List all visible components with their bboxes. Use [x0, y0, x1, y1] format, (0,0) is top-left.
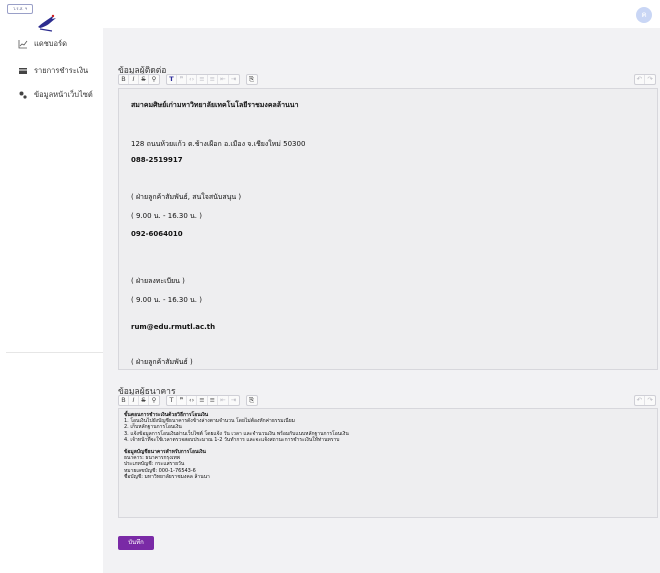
code-icon[interactable]: ‹› — [187, 74, 198, 84]
editor-line: ชื่อบัญชี: มหาวิทยาลัยราชมงคล ล้านนา — [124, 473, 210, 480]
redo-icon[interactable]: ↷ — [645, 75, 655, 84]
numbered-list-icon[interactable]: ≡ — [208, 395, 219, 405]
indent-icon[interactable]: ⇥ — [229, 396, 239, 405]
bold-button[interactable]: B — [119, 74, 129, 84]
sidebar-item-website-info[interactable]: ข้อมูลหน้าเว็บไซต์ — [18, 89, 93, 101]
italic-button[interactable]: I — [129, 74, 139, 84]
logo-badge: ว.ร.ส. ฯ — [7, 4, 33, 14]
link-icon[interactable]: ⚲ — [149, 75, 159, 84]
attach-icon[interactable]: ⎘ — [247, 75, 257, 84]
settings-icon — [18, 90, 28, 100]
main-content: ค ข้อมูลผู้ติดต่อ B I S ⚲ T ❞ ‹› ≡ ≡ ⇤ ⇥… — [103, 0, 660, 573]
top-bar: ค — [103, 0, 660, 28]
strikethrough-button[interactable]: S — [139, 74, 149, 84]
bullet-list-icon[interactable]: ≡ — [197, 74, 208, 84]
indent-icon[interactable]: ⇥ — [229, 75, 239, 84]
heading-button[interactable]: T — [167, 74, 177, 84]
numbered-list-icon[interactable]: ≡ — [208, 74, 219, 84]
save-button[interactable]: บันทึก — [118, 536, 154, 550]
editor-line: ( ฝ่ายลูกค้าสัมพันธ์, สนใจสนับสนุน ) — [131, 193, 242, 201]
editor-line: ( ฝ่ายลงทะเบียน ) — [131, 277, 185, 285]
editor-line: 088-2519917 — [131, 156, 183, 164]
strikethrough-button[interactable]: S — [139, 395, 149, 405]
outdent-icon[interactable]: ⇤ — [218, 74, 229, 84]
heading-button[interactable]: T — [167, 395, 177, 405]
outdent-icon[interactable]: ⇤ — [218, 395, 229, 405]
link-icon[interactable]: ⚲ — [149, 396, 159, 405]
redo-icon[interactable]: ↷ — [645, 396, 655, 405]
italic-button[interactable]: I — [129, 395, 139, 405]
card-icon — [18, 66, 28, 76]
quote-icon[interactable]: ❞ — [177, 74, 187, 84]
contact-editor-toolbar: B I S ⚲ T ❞ ‹› ≡ ≡ ⇤ ⇥ ⎘ ↶ ↷ — [118, 73, 658, 85]
undo-icon[interactable]: ↶ — [635, 74, 645, 84]
editor-line: ( 9.00 น. - 16.30 น. ) — [131, 212, 202, 220]
editor-line: ( 9.00 น. - 16.30 น. ) — [131, 296, 202, 304]
bank-editor-toolbar: B I S ⚲ T ❞ ‹› ≡ ≡ ⇤ ⇥ ⎘ ↶ ↷ — [118, 394, 658, 406]
sidebar: ว.ร.ส. ฯ แดชบอร์ด รายการชำระเงิน ข้อมูลห… — [0, 0, 103, 573]
bold-button[interactable]: B — [119, 395, 129, 405]
bank-editor[interactable]: ขั้นตอนการชำระเงินด้วยวิธีการโอนเงิน 1. … — [118, 408, 658, 518]
sidebar-item-label: รายการชำระเงิน — [34, 66, 89, 75]
attach-icon[interactable]: ⎘ — [247, 396, 257, 405]
logo-bird-icon — [38, 14, 56, 32]
sidebar-item-label: ข้อมูลหน้าเว็บไซต์ — [34, 90, 93, 99]
avatar[interactable]: ค — [636, 7, 652, 23]
quote-icon[interactable]: ❞ — [177, 395, 187, 405]
sidebar-item-dashboard[interactable]: แดชบอร์ด — [18, 38, 67, 50]
editor-line: rum@edu.rmutl.ac.th — [131, 323, 216, 331]
bullet-list-icon[interactable]: ≡ — [197, 395, 208, 405]
sidebar-item-payments[interactable]: รายการชำระเงิน — [18, 65, 88, 77]
contact-editor[interactable]: สมาคมศิษย์เก่ามหาวิทยาลัยเทคโนโลยีราชมงค… — [118, 88, 658, 370]
chart-line-icon — [18, 39, 28, 49]
editor-line: 128 ถนนห้วยแก้ว ต.ช้างเผือก อ.เมือง จ.เช… — [131, 140, 306, 148]
sidebar-item-label: แดชบอร์ด — [34, 39, 67, 48]
undo-icon[interactable]: ↶ — [635, 395, 645, 405]
sidebar-divider — [6, 352, 103, 353]
editor-line: 092-6064010 — [131, 230, 183, 238]
editor-line: ( ฝ่ายลูกค้าสัมพันธ์ ) — [131, 358, 193, 366]
editor-line: สมาคมศิษย์เก่ามหาวิทยาลัยเทคโนโลยีราชมงค… — [131, 101, 299, 109]
code-icon[interactable]: ‹› — [187, 395, 198, 405]
